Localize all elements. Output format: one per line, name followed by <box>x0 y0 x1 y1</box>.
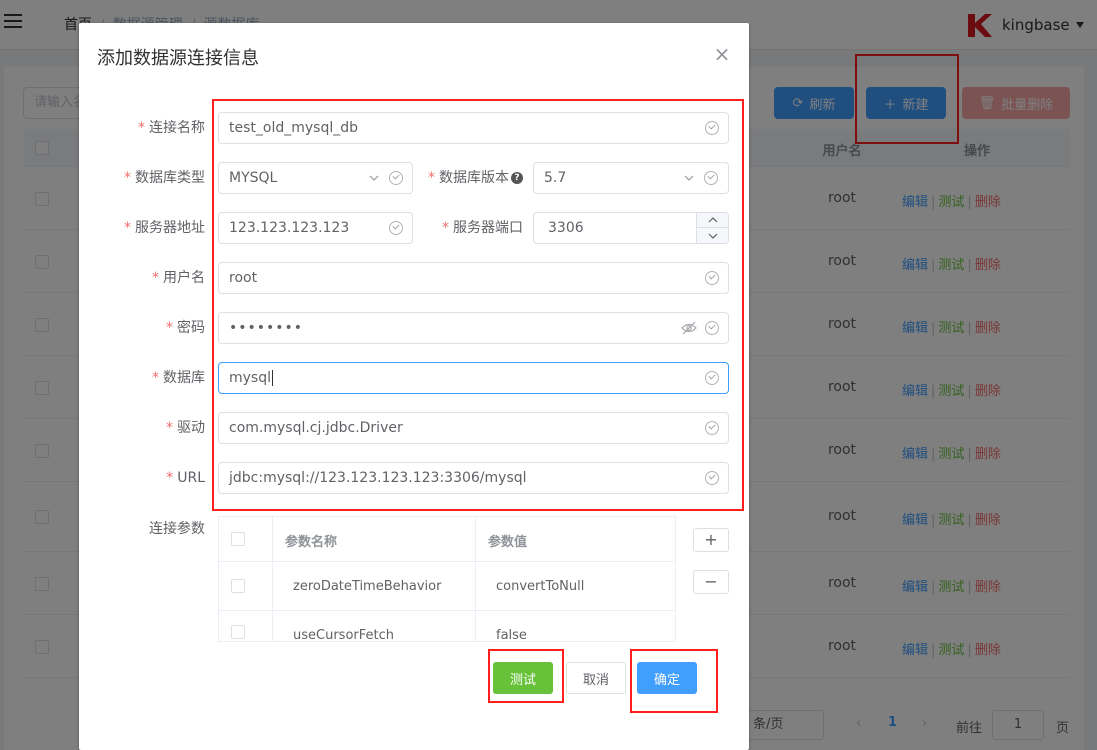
params-table-header: 参数名称 参数值 <box>219 517 675 562</box>
driver-input[interactable]: com.mysql.cj.jdbc.Driver <box>218 412 729 444</box>
port-stepper[interactable]: 3306 <box>533 212 729 244</box>
params-row: useCursorFetch false <box>219 611 675 641</box>
check-circle-icon <box>705 321 719 335</box>
port-stepper-controls <box>696 213 729 243</box>
db-type-label: * 数据库类型 <box>124 170 205 186</box>
dialog-title: 添加数据源连接信息 <box>97 48 259 69</box>
remove-param-button[interactable]: − <box>693 570 729 594</box>
username-label: * 用户名 <box>152 270 205 286</box>
check-circle-icon <box>705 271 719 285</box>
password-input[interactable]: •••••••• <box>218 312 729 344</box>
username-input[interactable]: root <box>218 262 729 294</box>
check-circle-icon <box>705 421 719 435</box>
conn-name-input[interactable]: test_old_mysql_db <box>218 112 729 144</box>
conn-name-label: * 连接名称 <box>138 120 205 136</box>
eye-hidden-icon[interactable] <box>681 321 697 335</box>
check-circle-icon <box>704 171 718 185</box>
chevron-down-icon <box>369 175 379 181</box>
test-connection-button[interactable]: 测试 <box>493 662 553 694</box>
param-value[interactable]: false <box>496 628 527 641</box>
chevron-up-icon <box>708 217 718 223</box>
params-table: 参数名称 参数值 zeroDateTimeBehavior convertToN… <box>218 516 676 642</box>
add-datasource-dialog: 添加数据源连接信息 × * 连接名称 test_old_mysql_db * 数据库… <box>79 23 749 750</box>
add-param-button[interactable]: + <box>693 528 729 552</box>
host-input[interactable]: 123.123.123.123 <box>218 212 413 244</box>
host-label: * 服务器地址 <box>124 220 205 236</box>
param-name[interactable]: zeroDateTimeBehavior <box>293 579 441 594</box>
column-param-name: 参数名称 <box>285 535 338 550</box>
password-label: * 密码 <box>166 320 205 336</box>
row-checkbox[interactable] <box>231 625 245 639</box>
db-type-select[interactable]: MYSQL <box>218 162 413 194</box>
check-circle-icon <box>705 121 719 135</box>
column-param-value: 参数值 <box>488 535 528 550</box>
params-select-all-checkbox[interactable] <box>231 532 245 546</box>
decrement-button[interactable] <box>697 228 729 243</box>
check-circle-icon <box>389 221 403 235</box>
database-label: * 数据库 <box>152 370 205 386</box>
param-value[interactable]: convertToNull <box>496 579 584 594</box>
check-circle-icon <box>705 471 719 485</box>
check-circle-icon <box>705 371 719 385</box>
chevron-down-icon <box>708 233 718 239</box>
port-label: * 服务器端口 <box>442 220 523 236</box>
help-icon[interactable]: ? <box>511 172 523 184</box>
driver-label: * 驱动 <box>166 420 205 436</box>
url-input[interactable]: jdbc:mysql://123.123.123.123:3306/mysql <box>218 462 729 494</box>
param-name[interactable]: useCursorFetch <box>293 628 394 641</box>
url-label: * URL <box>166 470 205 486</box>
cancel-button[interactable]: 取消 <box>566 662 626 694</box>
params-row: zeroDateTimeBehavior convertToNull <box>219 562 675 611</box>
params-label: 连接参数 <box>149 521 205 537</box>
chevron-down-icon <box>684 175 694 181</box>
database-input[interactable]: mysql <box>218 362 729 394</box>
text-caret <box>272 370 273 386</box>
confirm-button[interactable]: 确定 <box>637 662 697 694</box>
increment-button[interactable] <box>697 213 729 228</box>
db-version-select[interactable]: 5.7 <box>533 162 729 194</box>
row-checkbox[interactable] <box>231 579 245 593</box>
close-icon[interactable]: × <box>711 43 733 65</box>
check-circle-icon <box>389 171 403 185</box>
db-version-label: * 数据库版本? <box>419 162 523 194</box>
